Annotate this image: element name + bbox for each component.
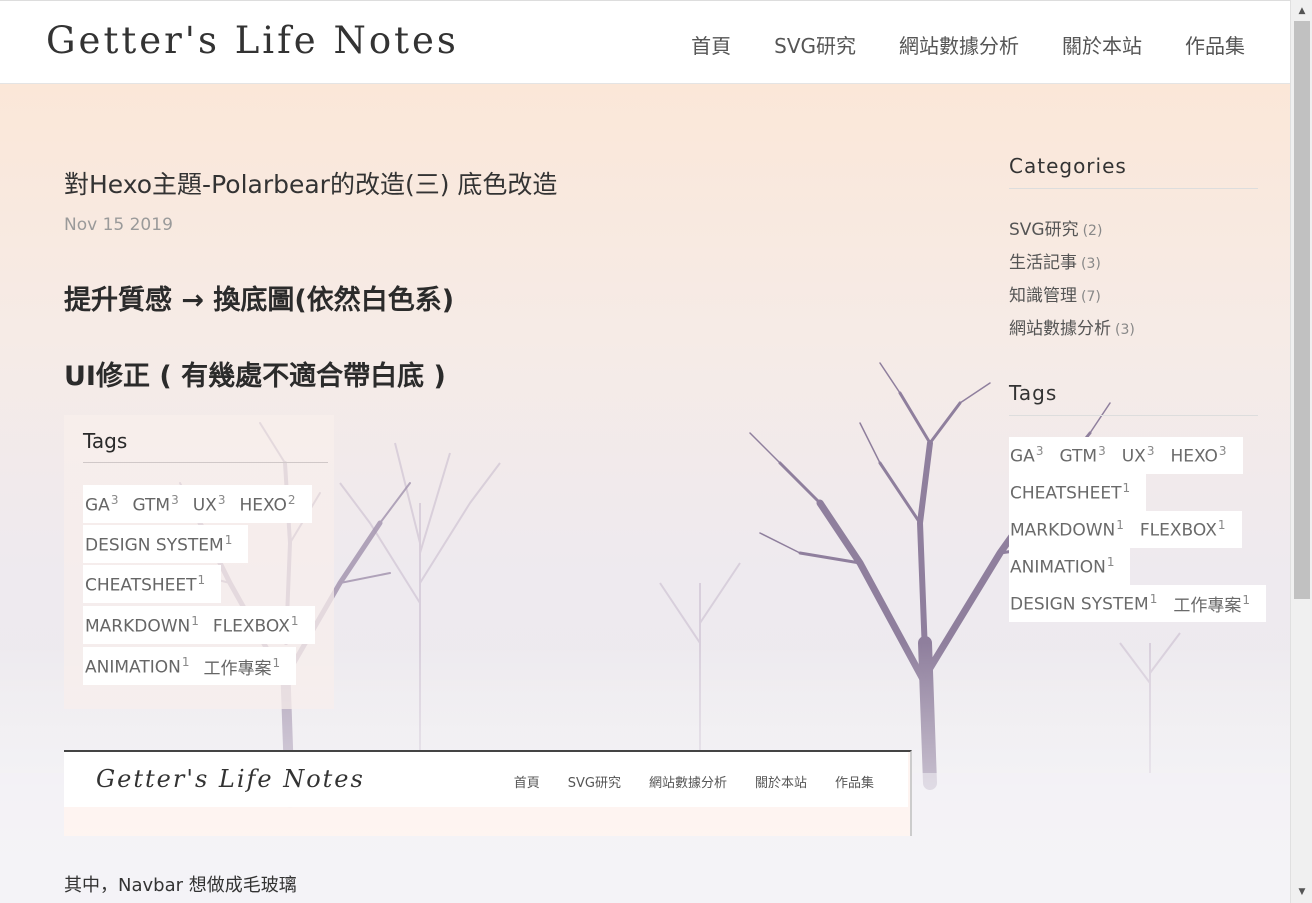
tag-row: ANIMATION1 工作專案1 (83, 647, 297, 685)
divider (1009, 415, 1258, 416)
category-link[interactable]: 網站數據分析 (3) (1009, 314, 1135, 339)
site-logo[interactable]: Getter's Life Notes (46, 19, 459, 62)
sidebar-tag-link[interactable]: ANIMATION1 (1010, 555, 1114, 578)
screenshot-nav-item: 網站數據分析 (648, 776, 727, 791)
top-navbar: Getter's Life Notes 首頁 SVG研究 網站數據分析 關於本站… (0, 0, 1290, 84)
tag-item: UX3 (192, 492, 226, 516)
tag-item: 工作專案1 (203, 655, 281, 679)
nav-item-about[interactable]: 關於本站 (1062, 30, 1142, 59)
scroll-down-arrow-icon[interactable]: ▼ (1291, 883, 1312, 901)
post-title: 對Hexo主題-Polarbear的改造(三) 底色改造 (64, 170, 558, 199)
sidebar-tag-row: MARKDOWN1 FLEXBOX1 (1009, 511, 1242, 548)
divider (1009, 188, 1258, 189)
tag-item: GTM3 (132, 492, 179, 516)
sidebar-tag-row: GA3 GTM3 UX3 HEXO3 (1009, 437, 1243, 474)
nav-item-home[interactable]: 首頁 (691, 30, 731, 59)
nav-item-svg[interactable]: SVG研究 (774, 30, 856, 59)
scrollbar-thumb[interactable] (1294, 21, 1310, 599)
screenshot-nav-item: 首頁 (513, 776, 540, 791)
tag-item: HEXO2 (239, 492, 296, 516)
tag-item: DESIGN SYSTEM1 (85, 532, 233, 556)
sidebar-tag-link[interactable]: CHEATSHEET1 (1010, 481, 1130, 504)
categories-title: Categories (1009, 154, 1127, 178)
category-link[interactable]: SVG研究 (2) (1009, 215, 1102, 240)
tag-row: MARKDOWN1 FLEXBOX1 (83, 606, 315, 644)
tag-row: GA3 GTM3 UX3 HEXO2 (83, 485, 312, 523)
sidebar-tag-row: CHEATSHEET1 (1009, 474, 1147, 511)
sidebar-tag-link[interactable]: FLEXBOX1 (1140, 518, 1226, 541)
tags-title: Tags (83, 429, 128, 453)
screenshot-nav-menu: 首頁 SVG研究 網站數據分析 關於本站 作品集 (514, 772, 874, 791)
sidebar-tag-link[interactable]: HEXO3 (1170, 444, 1226, 467)
sidebar-tag-link[interactable]: DESIGN SYSTEM1 (1010, 592, 1157, 615)
screenshot-nav-item: SVG研究 (567, 776, 621, 791)
scroll-up-arrow-icon[interactable]: ▲ (1291, 2, 1312, 20)
sidebar-tag-link[interactable]: GA3 (1010, 444, 1043, 467)
tag-row: DESIGN SYSTEM1 (83, 525, 249, 563)
sidebar-tag-link[interactable]: MARKDOWN1 (1010, 518, 1124, 541)
tag-item: MARKDOWN1 (85, 613, 199, 637)
tags-widget-screenshot: Tags GA3 GTM3 UX3 HEXO2 DESIGN SYSTEM1 C… (64, 415, 334, 709)
tag-item: ANIMATION1 (85, 654, 190, 678)
category-link[interactable]: 生活記事 (3) (1009, 248, 1101, 273)
sidebar-tag-link[interactable]: GTM3 (1059, 444, 1105, 467)
sidebar-tag-link[interactable]: 工作專案1 (1173, 591, 1250, 616)
navbar-screenshot: Getter's Life Notes 首頁 SVG研究 網站數據分析 關於本站… (64, 750, 912, 836)
vertical-scrollbar[interactable]: ▲ ▼ (1290, 0, 1312, 903)
category-link[interactable]: 知識管理 (7) (1009, 281, 1101, 306)
post-paragraph: 其中，Navbar 想做成毛玻璃 (64, 875, 297, 896)
screenshot-nav-item: 關於本站 (754, 776, 807, 791)
nav-item-analytics[interactable]: 網站數據分析 (899, 30, 1019, 59)
section-heading: 提升質感 → 換底圖(依然白色系) (64, 285, 455, 316)
screenshot-logo: Getter's Life Notes (96, 765, 365, 793)
tag-item: FLEXBOX1 (212, 613, 299, 637)
sidebar-tags-title: Tags (1009, 381, 1058, 405)
sidebar-tag-link[interactable]: UX3 (1122, 444, 1155, 467)
divider (83, 462, 328, 463)
navbar-screenshot-bar: Getter's Life Notes 首頁 SVG研究 網站數據分析 關於本站… (64, 752, 908, 807)
nav-item-portfolio[interactable]: 作品集 (1185, 30, 1245, 59)
post-date: Nov 15 2019 (64, 215, 173, 235)
screenshot-nav-item: 作品集 (834, 776, 874, 791)
tag-row: CHEATSHEET1 (83, 565, 222, 603)
tag-item: CHEATSHEET1 (85, 572, 206, 596)
sidebar-tag-row: DESIGN SYSTEM1 工作專案1 (1009, 585, 1266, 622)
tag-item: GA3 (85, 492, 119, 516)
sidebar-tag-row: ANIMATION1 (1009, 548, 1131, 585)
section-heading: UI修正 ( 有幾處不適合帶白底 ) (64, 361, 446, 392)
nav-menu: 首頁 SVG研究 網站數據分析 關於本站 作品集 (691, 30, 1245, 59)
